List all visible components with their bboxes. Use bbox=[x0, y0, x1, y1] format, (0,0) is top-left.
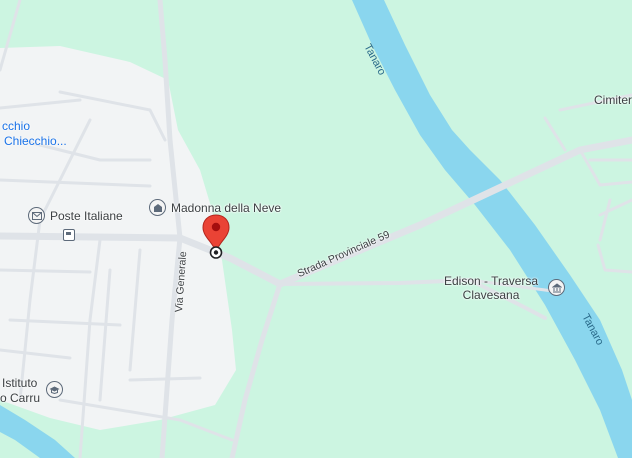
poi-poste-name: Poste Italiane bbox=[50, 208, 123, 223]
road-south bbox=[229, 281, 283, 458]
chiecchio-label-top[interactable]: cchio bbox=[2, 119, 30, 133]
mail-icon bbox=[28, 207, 45, 224]
map-canvas[interactable]: Tanaro Tanaro Strada Provinciale 59 Via … bbox=[0, 0, 632, 458]
istituto-label-line2[interactable]: o Carru bbox=[0, 391, 40, 405]
chiecchio-label-bottom[interactable]: Chiecchio... bbox=[4, 134, 67, 148]
poi-madonna-name: Madonna della Neve bbox=[171, 200, 282, 215]
map-base-layer bbox=[0, 0, 632, 458]
poi-poste-italiane[interactable]: Poste Italiane bbox=[28, 207, 123, 224]
school-icon[interactable] bbox=[46, 381, 63, 398]
river-tanaro bbox=[352, 0, 632, 458]
poi-edison-line1: Edison - Traversa bbox=[444, 274, 539, 288]
bus-stop-icon[interactable] bbox=[63, 229, 75, 241]
cemetery-label[interactable]: Cimiter bbox=[594, 93, 632, 107]
map-pin-icon[interactable] bbox=[201, 214, 231, 260]
istituto-label-line1[interactable]: Istituto bbox=[2, 376, 37, 390]
church-icon bbox=[149, 199, 166, 216]
poi-edison-traversa[interactable]: Edison - Traversa Clavesana bbox=[444, 274, 539, 303]
poi-edison-line2: Clavesana bbox=[462, 287, 520, 302]
landmark-icon[interactable] bbox=[548, 279, 565, 296]
